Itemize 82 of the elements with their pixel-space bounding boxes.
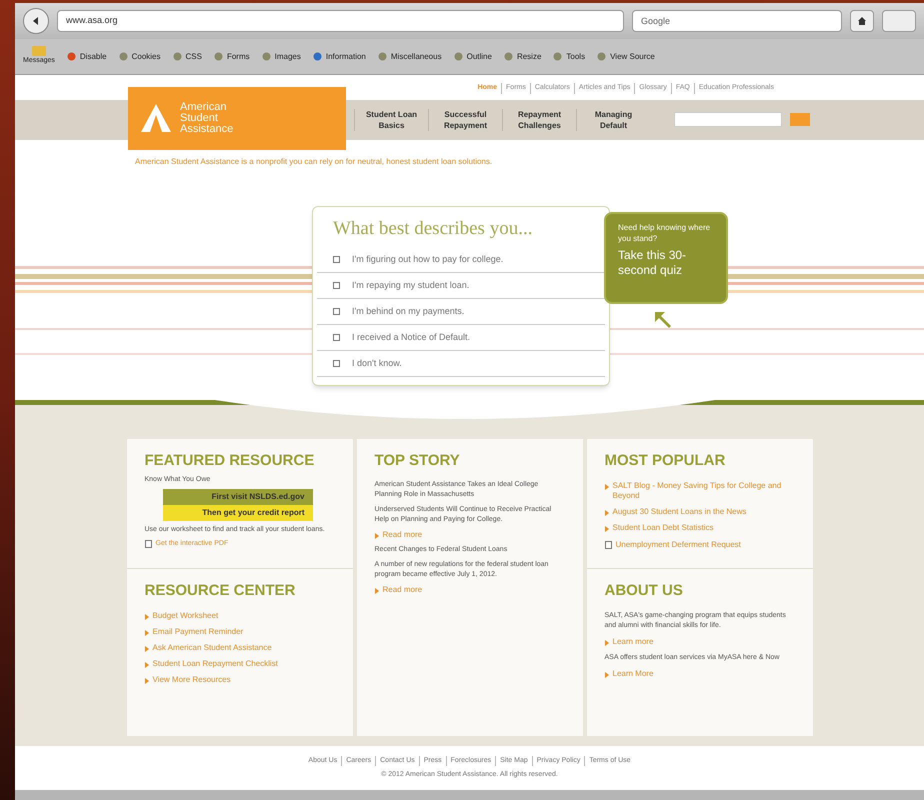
chevron-icon [144,614,148,620]
toolbar-menu[interactable]: Cookies [118,50,160,62]
chevron-icon [144,678,148,684]
toolbar-icon [454,52,463,61]
toolbar-menu[interactable]: Tools [553,50,586,62]
chevron-icon [604,510,608,516]
toolbar-menu[interactable]: Miscellaneous [378,50,442,62]
section-title: ABOUT US [604,580,684,600]
envelope-icon [32,46,46,56]
chevron-icon [144,630,148,636]
chevron-icon [374,532,378,538]
resource-link[interactable]: View More Resources [152,674,231,684]
toolbar-menu[interactable]: View Source [597,50,655,62]
menu-button[interactable] [882,10,916,32]
tagline: American Student Assistance is a nonprofit you can rely on for neutral, honest student loan solutions. [135,156,494,168]
back-button[interactable] [23,8,49,34]
document-icon [604,540,612,548]
toolbar-icon [214,52,223,61]
toolbar-icon [597,52,606,61]
callout-question: Need help knowing where you stand? [618,222,712,244]
section-title: MOST POPULAR [604,450,726,470]
chevron-icon [604,640,608,646]
checkbox[interactable] [333,334,340,341]
toolbar-icon [118,52,128,61]
quiz-callout[interactable]: Need help knowing where you stand? Take this 30-second quiz [604,212,728,304]
quiz-option[interactable]: I don't know. [317,351,605,377]
chevron-icon [144,662,148,668]
toolbar-menu[interactable]: Outline [454,50,492,62]
nav-tab[interactable]: Repayment Challenges [502,108,576,130]
back-arrow-icon [31,16,41,26]
toolbar-menu[interactable]: Disable [66,50,107,62]
house-icon [857,16,867,26]
resource-link[interactable]: Learn more [612,636,654,646]
nav-tab[interactable]: Student Loan Basics [354,108,428,130]
callout-action: Take this 30-second quiz [618,248,688,278]
section-title: TOP STORY [374,450,461,470]
checkbox[interactable] [333,282,340,289]
resource-link[interactable]: Read more [382,530,422,540]
section-title: RESOURCE CENTER [144,580,296,600]
toolbar-menu[interactable]: Information [312,50,366,62]
chevron-icon [374,588,378,594]
resource-link[interactable]: SALT Blog - Money Saving Tips for College and Beyond [612,480,794,500]
resource-link[interactable]: August 30 Student Loans in the News [612,506,746,516]
nav-tab[interactable]: Managing Default [576,108,650,130]
toolbar-icon [553,52,562,61]
checkbox[interactable] [333,360,340,367]
toolbar-icon [66,52,76,61]
arrow-icon [653,310,673,330]
toolbar-icon [262,52,271,61]
chevron-icon [144,646,148,652]
toolbar-icon [378,52,387,61]
toolbar-icon [172,52,182,61]
chevron-icon [604,526,608,532]
quiz-option[interactable]: I'm behind on my payments. [317,299,605,325]
checkbox[interactable] [333,256,340,263]
quiz-title: What best describes you... [332,216,534,240]
section-title: FEATURED RESOURCE [144,450,316,470]
checkbox[interactable] [333,308,340,315]
home-button[interactable] [850,10,874,32]
toolbar-menu[interactable]: Images [262,50,301,62]
toolbar-icon [504,52,513,61]
resource-link[interactable]: Student Loan Repayment Checklist [152,658,278,668]
toolbar-icon [312,52,322,61]
document-icon [144,540,152,548]
toolbar-menu[interactable]: CSS [172,50,202,62]
resource-link[interactable]: Learn More [612,668,654,678]
resource-link[interactable]: Email Payment Reminder [152,626,244,636]
toolbar-menu[interactable]: Forms [214,50,250,62]
quiz-option[interactable]: I received a Notice of Default. [317,325,605,351]
nav-tab[interactable]: Successful Repayment [428,108,502,130]
resource-link[interactable]: Student Loan Debt Statistics [612,522,714,532]
mountain-icon [140,103,172,133]
site-search-field[interactable] [674,112,782,127]
resource-link[interactable]: Budget Worksheet [152,610,218,620]
resource-link[interactable]: Read more [382,584,422,594]
resource-link[interactable]: Ask American Student Assistance [152,642,272,652]
search-field[interactable]: Google [632,10,842,32]
resource-link[interactable]: Unemployment Deferment Request [616,538,741,550]
chevron-icon [604,672,608,678]
toolbar-menu[interactable]: Resize [504,50,542,62]
chevron-icon [604,484,608,490]
address-bar[interactable]: www.asa.org [57,10,624,32]
